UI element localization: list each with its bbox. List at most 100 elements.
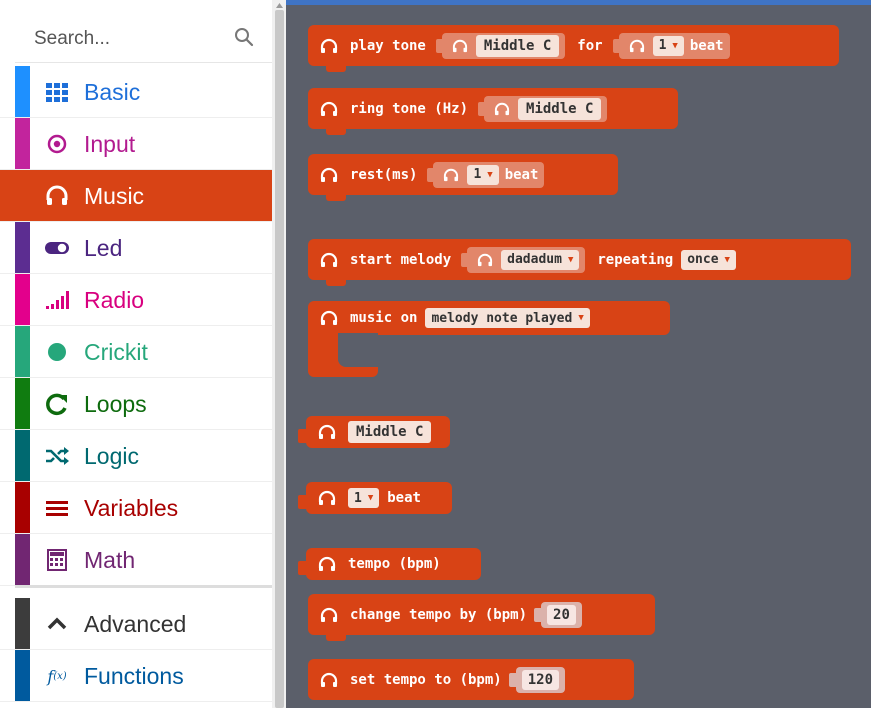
block-label: set tempo to (bpm) [350, 671, 502, 688]
note-field[interactable]: Middle C [475, 34, 560, 57]
function-icon: f (x) [47, 666, 67, 686]
category-logic[interactable]: Logic [0, 430, 272, 482]
change-tempo-block[interactable]: change tempo by (bpm) 20 [308, 594, 655, 641]
category-stripe [15, 430, 30, 481]
headphones-icon [320, 607, 338, 622]
block-label: ring tone (Hz) [350, 100, 469, 117]
category-label: Crickit [84, 339, 148, 365]
start-melody-block[interactable]: start melody dadadum ▼ repeating once ▼ [308, 239, 851, 286]
beat-dropdown[interactable]: 1 ▼ [652, 35, 684, 56]
block-label: for [577, 37, 603, 54]
toolbox: Search... Basic Input Music Led Radio Cr… [0, 0, 272, 708]
melody-slot[interactable]: dadadum ▼ [461, 246, 586, 273]
headphones-icon [452, 39, 467, 52]
category-label: Variables [84, 495, 179, 521]
melody-dropdown[interactable]: dadadum ▼ [501, 249, 580, 270]
category-input[interactable]: Input [0, 118, 272, 170]
category-loops[interactable]: Loops [0, 378, 272, 430]
category-label: Functions [84, 663, 184, 689]
note-reporter-block[interactable]: Middle C [298, 416, 450, 448]
note-slot[interactable]: Middle C [435, 32, 566, 59]
play-tone-block[interactable]: play tone Middle C for 1 ▼ beat [308, 25, 839, 72]
block-label: repeating [597, 251, 674, 268]
scroll-up-icon[interactable] [275, 0, 284, 10]
category-crickit[interactable]: Crickit [0, 326, 272, 378]
block-label: music on [350, 310, 418, 326]
rest-block[interactable]: rest(ms) 1 ▼ beat [308, 154, 618, 201]
beat-dropdown[interactable]: 1 ▼ [467, 164, 499, 185]
toolbox-scrollbar-thumb[interactable] [275, 10, 284, 708]
category-basic[interactable]: Basic [0, 66, 272, 118]
beat-slot[interactable]: 1 ▼ beat [612, 32, 730, 59]
headphones-icon [320, 167, 338, 182]
block-label: play tone [350, 37, 426, 54]
number-field[interactable]: 20 [547, 604, 576, 625]
category-label: Input [84, 131, 136, 157]
block-label: rest(ms) [350, 166, 418, 183]
ring-tone-block[interactable]: ring tone (Hz) Middle C [308, 88, 678, 135]
music-on-event-block[interactable]: music on melody note played ▼ [308, 301, 670, 335]
category-label: Basic [84, 79, 141, 105]
headphones-icon [46, 185, 68, 205]
category-advanced[interactable]: Advanced [0, 598, 272, 650]
category-led[interactable]: Led [0, 222, 272, 274]
chevron-up-icon [47, 617, 67, 630]
category-stripe [15, 66, 30, 117]
signal-bars-icon [46, 291, 69, 309]
headphones-icon [444, 168, 459, 181]
category-label: Music [84, 183, 145, 209]
category-label: Radio [84, 287, 145, 313]
repeat-mode-dropdown[interactable]: once ▼ [681, 249, 736, 270]
number-slot[interactable]: 120 [508, 666, 566, 693]
note-slot[interactable]: Middle C [477, 95, 608, 122]
lines-icon [46, 501, 68, 516]
category-music[interactable]: Music [0, 170, 272, 222]
number-slot[interactable]: 20 [534, 601, 582, 628]
category-math[interactable]: Math [0, 534, 272, 586]
tempo-reporter-block[interactable]: tempo (bpm) [298, 548, 481, 580]
toggle-icon [45, 242, 69, 254]
block-label: start melody [350, 251, 452, 268]
category-variables[interactable]: Variables [0, 482, 272, 534]
number-field[interactable]: 120 [521, 669, 560, 690]
headphones-icon [318, 424, 336, 439]
headphones-icon [318, 556, 336, 571]
category-functions[interactable]: f (x) Functions [0, 650, 272, 702]
category-stripe [15, 482, 30, 533]
beat-reporter-block[interactable]: 1 ▼ beat [298, 482, 452, 514]
category-stripe [15, 650, 30, 701]
beat-slot[interactable]: 1 ▼ beat [427, 161, 545, 188]
category-label: Led [84, 235, 123, 261]
note-field[interactable]: Middle C [348, 421, 432, 443]
target-icon [47, 134, 67, 154]
event-dropdown[interactable]: melody note played ▼ [425, 308, 590, 328]
set-tempo-block[interactable]: set tempo to (bpm) 120 [308, 659, 634, 700]
block-label: beat [387, 490, 421, 506]
category-label: Math [84, 547, 136, 573]
search-box[interactable]: Search... [15, 10, 272, 63]
block-label: beat [689, 37, 724, 54]
event-block-body [308, 333, 378, 377]
advanced-divider [15, 585, 272, 588]
block-label: tempo (bpm) [348, 556, 441, 572]
headphones-icon [629, 39, 644, 52]
search-icon[interactable] [233, 26, 255, 48]
category-radio[interactable]: Radio [0, 274, 272, 326]
category-stripe [15, 326, 30, 377]
category-stripe [15, 534, 30, 585]
output-connector [298, 429, 307, 443]
headphones-icon [320, 101, 338, 116]
block-connector [326, 65, 346, 72]
beat-dropdown[interactable]: 1 ▼ [348, 488, 380, 508]
shuffle-icon [46, 447, 69, 465]
category-label: Loops [84, 391, 147, 417]
headphones-icon [320, 310, 338, 325]
block-connector [326, 634, 346, 641]
search-input[interactable]: Search... [34, 28, 110, 50]
block-connector [326, 279, 346, 286]
headphones-icon [478, 253, 493, 266]
category-stripe [15, 274, 30, 325]
category-stripe [15, 598, 30, 649]
refresh-icon [46, 393, 67, 416]
note-field[interactable]: Middle C [518, 97, 602, 120]
